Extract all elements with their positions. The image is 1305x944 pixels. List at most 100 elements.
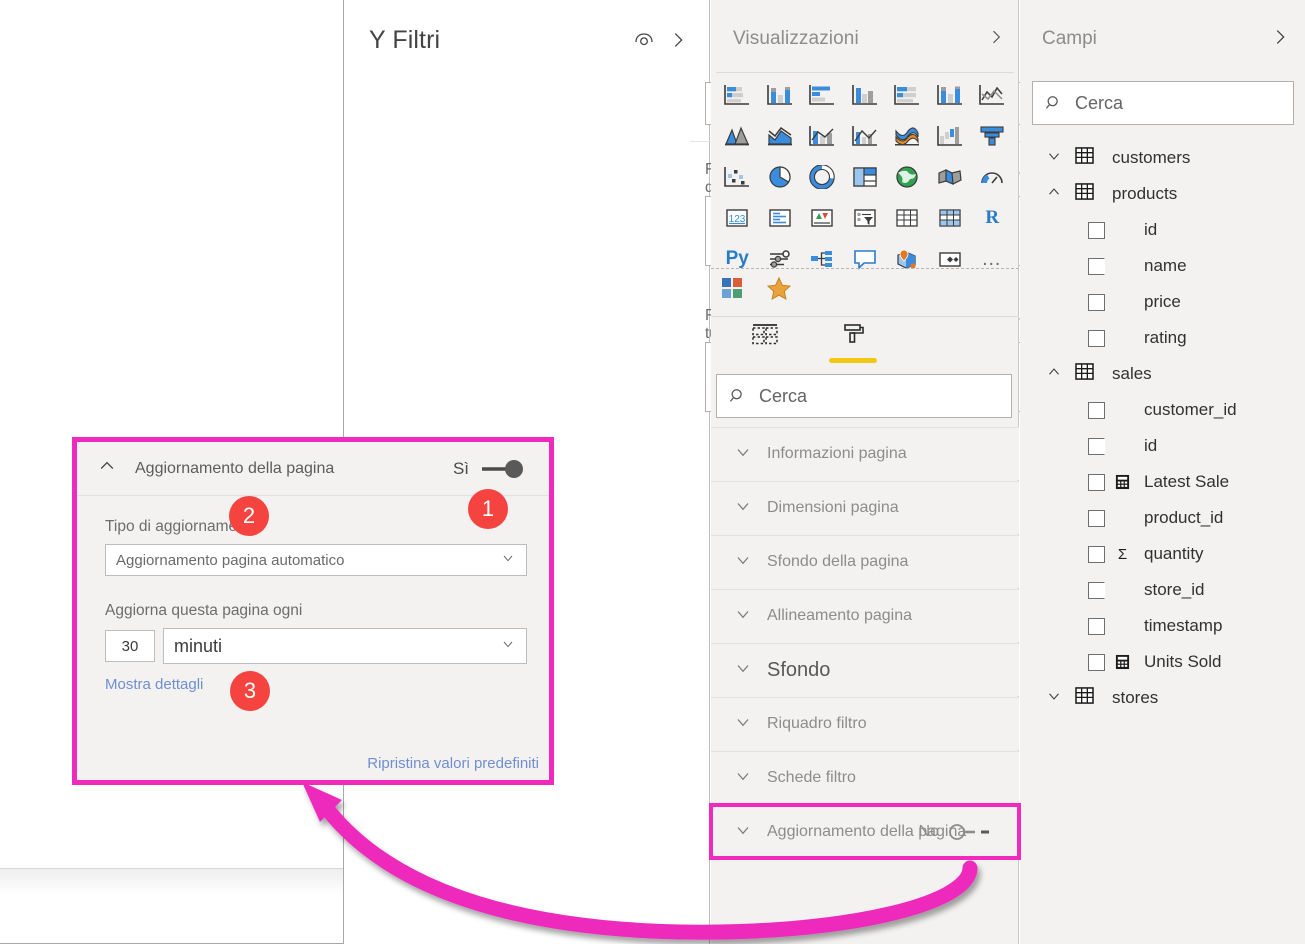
waterfall-chart-icon[interactable] xyxy=(929,120,972,152)
gauge-icon[interactable] xyxy=(971,161,1014,193)
field-checkbox[interactable] xyxy=(1088,509,1105,527)
chevron-right-icon[interactable] xyxy=(986,27,1006,52)
kpi-icon[interactable] xyxy=(801,202,844,234)
format-section-informazioni-pagina[interactable]: Informazioni pagina xyxy=(711,427,1019,480)
chevron-right-icon[interactable] xyxy=(1269,26,1291,53)
field-item-product_id[interactable]: product_id xyxy=(1020,500,1305,536)
field-item-timestamp[interactable]: timestamp xyxy=(1020,608,1305,644)
clustered-bar-chart-icon[interactable] xyxy=(801,79,844,111)
format-section-allineamento-pagina[interactable]: Allineamento pagina xyxy=(711,589,1019,642)
favorite-visuals-icon[interactable] xyxy=(766,276,792,307)
chevron-down-icon[interactable] xyxy=(1045,687,1063,710)
multi-row-card-icon[interactable] xyxy=(759,202,802,234)
format-search-input[interactable]: Cerca xyxy=(716,374,1012,418)
hundred-percent-stacked-bar-icon[interactable] xyxy=(886,79,929,111)
format-section-sfondo-della-pagina[interactable]: Sfondo della pagina xyxy=(711,535,1019,588)
field-item-price[interactable]: price xyxy=(1020,284,1305,320)
key-influencers-icon[interactable] xyxy=(759,243,802,275)
format-section-toggle[interactable]: No xyxy=(919,823,991,841)
refresh-interval-input[interactable]: 30 xyxy=(105,630,155,662)
slicer-icon[interactable] xyxy=(844,202,887,234)
line-clustered-column-icon[interactable] xyxy=(844,120,887,152)
fields-table-customers[interactable]: customers xyxy=(1020,140,1305,176)
field-checkbox[interactable] xyxy=(1088,545,1105,563)
field-checkbox[interactable] xyxy=(1088,329,1105,347)
reset-defaults-link[interactable]: Ripristina valori predefiniti xyxy=(367,755,539,772)
donut-chart-icon[interactable] xyxy=(801,161,844,193)
field-item-units-sold[interactable]: Units Sold xyxy=(1020,644,1305,680)
fields-search-input[interactable]: Cerca xyxy=(1032,81,1294,125)
clustered-column-chart-icon[interactable] xyxy=(844,79,887,111)
decomposition-tree-icon[interactable] xyxy=(801,243,844,275)
pie-chart-icon[interactable] xyxy=(759,161,802,193)
field-label: store_id xyxy=(1144,580,1205,599)
refresh-interval-unit-value: minuti xyxy=(174,635,223,656)
field-checkbox[interactable] xyxy=(1088,293,1105,311)
field-item-id[interactable]: id xyxy=(1020,428,1305,464)
line-stacked-column-icon[interactable] xyxy=(801,120,844,152)
field-checkbox[interactable] xyxy=(1088,653,1105,671)
field-checkbox[interactable] xyxy=(1088,437,1105,455)
page-refresh-label: Aggiornamento della pagina xyxy=(135,459,335,477)
qna-visual-icon[interactable] xyxy=(844,243,887,275)
page-refresh-header[interactable]: Aggiornamento della pagina Sì xyxy=(77,442,549,496)
filled-map-icon[interactable] xyxy=(929,161,972,193)
get-more-visuals-icon[interactable] xyxy=(720,276,746,307)
refresh-type-dropdown[interactable]: Aggiornamento pagina automatico xyxy=(105,544,527,576)
chevron-up-icon[interactable] xyxy=(1045,363,1063,386)
chevron-right-icon[interactable] xyxy=(661,23,695,57)
field-checkbox[interactable] xyxy=(1088,473,1105,491)
scatter-chart-icon[interactable] xyxy=(716,161,759,193)
more-visuals-icon[interactable]: … xyxy=(971,243,1014,275)
arcgis-map-icon[interactable] xyxy=(886,243,929,275)
format-section-riquadro-filtro[interactable]: Riquadro filtro xyxy=(711,697,1019,750)
paginated-report-icon[interactable] xyxy=(929,243,972,275)
fields-table-products[interactable]: products xyxy=(1020,176,1305,212)
hundred-percent-stacked-column-icon[interactable] xyxy=(929,79,972,111)
field-item-customer_id[interactable]: customer_id xyxy=(1020,392,1305,428)
chevron-down-icon xyxy=(500,636,516,657)
area-chart-icon[interactable] xyxy=(716,120,759,152)
fields-table-sales[interactable]: sales xyxy=(1020,356,1305,392)
field-checkbox[interactable] xyxy=(1088,257,1105,275)
chevron-up-icon[interactable] xyxy=(1045,183,1063,206)
field-item-quantity[interactable]: Σquantity xyxy=(1020,536,1305,572)
field-item-name[interactable]: name xyxy=(1020,248,1305,284)
format-tab[interactable] xyxy=(825,317,881,363)
field-checkbox[interactable] xyxy=(1088,401,1105,419)
field-checkbox[interactable] xyxy=(1088,617,1105,635)
field-checkbox[interactable] xyxy=(1088,221,1105,239)
ribbon-chart-icon[interactable] xyxy=(886,120,929,152)
format-section-sfondo[interactable]: Sfondo xyxy=(711,643,1019,696)
table-icon[interactable] xyxy=(886,202,929,234)
eye-icon[interactable] xyxy=(627,23,661,57)
stacked-area-chart-icon[interactable] xyxy=(759,120,802,152)
card-icon[interactable]: 123 xyxy=(716,202,759,234)
field-item-store_id[interactable]: store_id xyxy=(1020,572,1305,608)
refresh-interval-unit-dropdown[interactable]: minuti xyxy=(163,628,527,664)
funnel-chart-icon[interactable] xyxy=(971,120,1014,152)
format-section-schede-filtro[interactable]: Schede filtro xyxy=(711,751,1019,804)
stacked-bar-chart-icon[interactable] xyxy=(716,79,759,111)
line-chart-icon[interactable] xyxy=(971,79,1014,111)
treemap-icon[interactable] xyxy=(844,161,887,193)
map-icon[interactable] xyxy=(886,161,929,193)
field-checkbox[interactable] xyxy=(1088,581,1105,599)
chevron-down-icon[interactable] xyxy=(1045,147,1063,170)
matrix-icon[interactable] xyxy=(929,202,972,234)
field-item-rating[interactable]: rating xyxy=(1020,320,1305,356)
field-item-id[interactable]: id xyxy=(1020,212,1305,248)
field-label: name xyxy=(1144,256,1187,275)
stacked-column-chart-icon[interactable] xyxy=(759,79,802,111)
field-item-latest-sale[interactable]: Latest Sale xyxy=(1020,464,1305,500)
r-script-visual-icon[interactable]: R xyxy=(971,202,1014,234)
format-section-aggiornamento-della-pagina[interactable]: Aggiornamento della pagina No xyxy=(709,803,1021,860)
python-visual-icon[interactable]: Py xyxy=(716,243,759,275)
format-section-dimensioni-pagina[interactable]: Dimensioni pagina xyxy=(711,481,1019,534)
fields-table-stores[interactable]: stores xyxy=(1020,680,1305,716)
page-refresh-toggle[interactable]: Sì xyxy=(453,457,527,481)
fields-tab[interactable] xyxy=(737,317,793,363)
filters-pane-title: Y Filtri xyxy=(369,25,441,54)
chevron-up-icon[interactable] xyxy=(97,456,117,481)
show-details-link[interactable]: Mostra dettagli xyxy=(105,676,527,693)
